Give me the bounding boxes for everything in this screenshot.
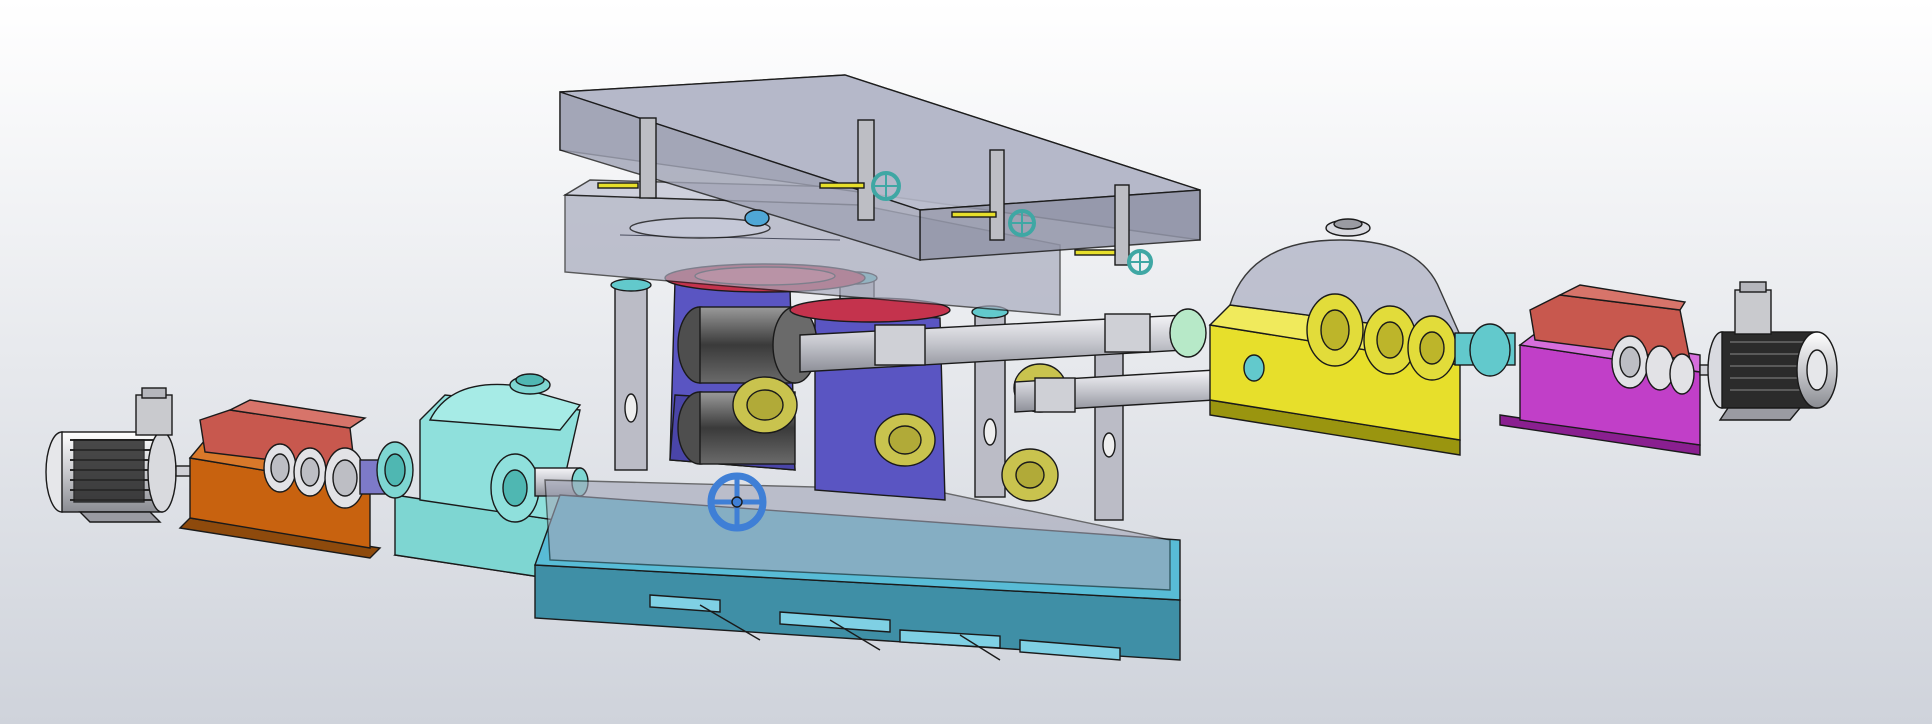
- cad-model-canvas[interactable]: [0, 0, 1932, 724]
- cad-viewport[interactable]: [0, 0, 1932, 724]
- adjust-knob-icon[interactable]: [744, 209, 770, 227]
- column-left-front: [610, 278, 652, 471]
- handwheel-icon[interactable]: [707, 472, 767, 532]
- magenta-reducer[interactable]: [1499, 284, 1701, 456]
- handwheel-icon[interactable]: [1127, 249, 1153, 275]
- upper-work-roll: [677, 306, 818, 384]
- handwheel-icon[interactable]: [1008, 209, 1036, 237]
- column-far-right: [1094, 339, 1124, 521]
- handwheel-icon[interactable]: [871, 171, 901, 201]
